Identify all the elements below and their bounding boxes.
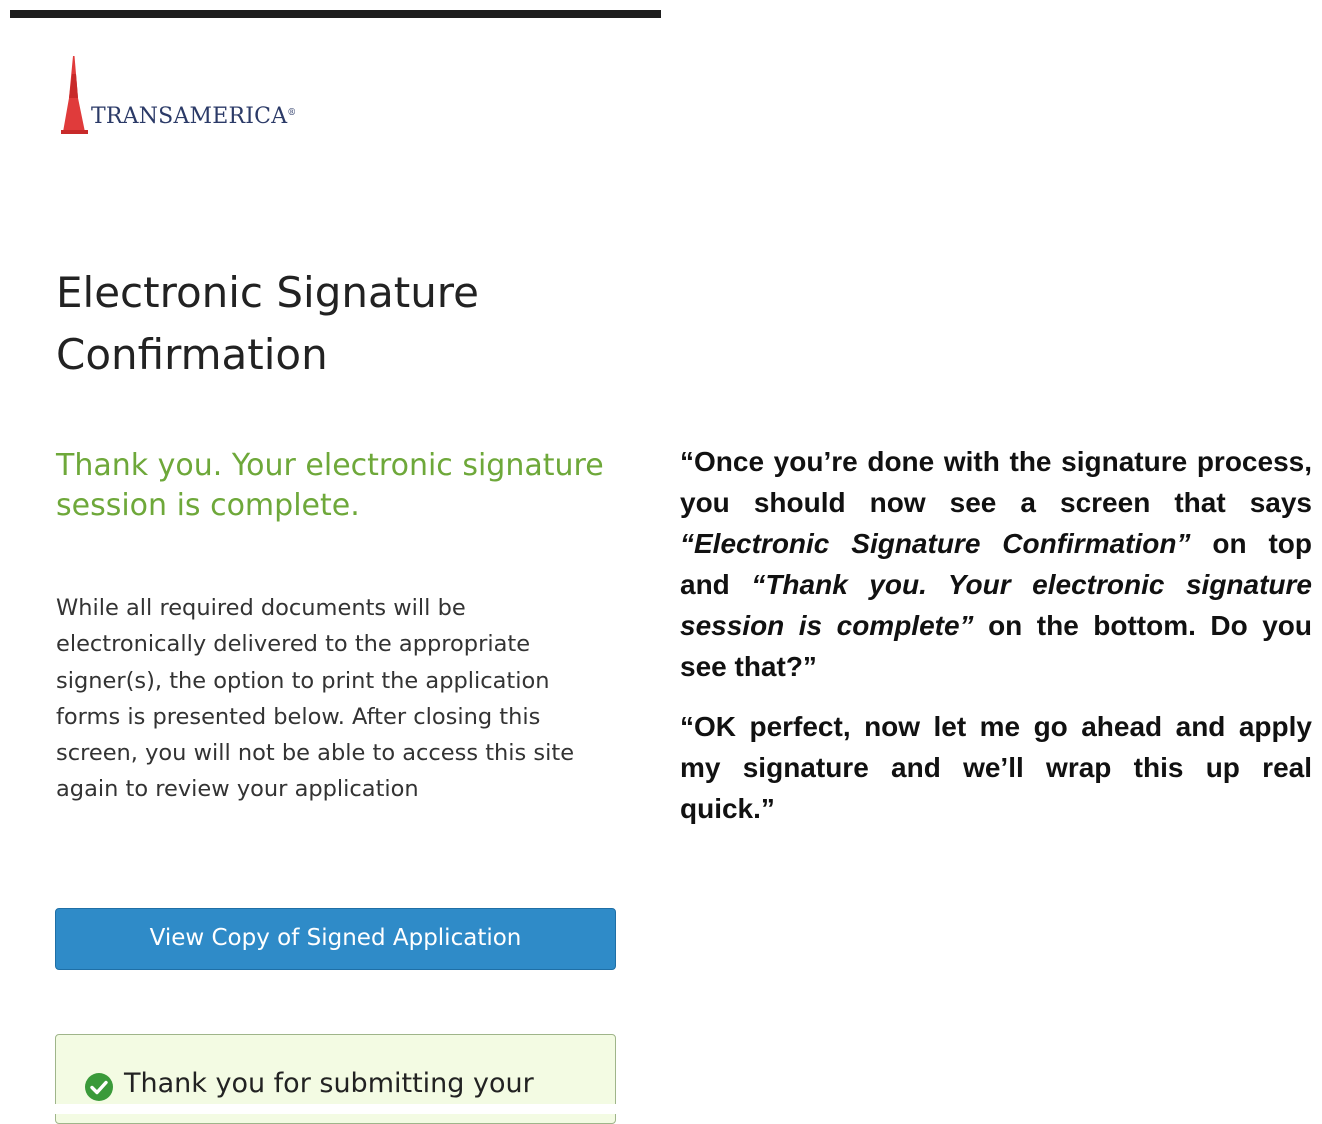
- transamerica-logo: TRANSAMERICA®: [60, 56, 330, 140]
- thank-you-message: Thank you. Your electronic signature ses…: [56, 448, 604, 523]
- view-signed-application-button[interactable]: View Copy of Signed Application: [55, 908, 616, 970]
- delivery-info-text: While all required documents will be ele…: [56, 595, 575, 803]
- page-title: Electronic Signature Confirmation: [56, 268, 479, 379]
- annotation-quote-2: “OK perfect, now let me go ahead and app…: [680, 711, 1312, 824]
- top-bar: [10, 10, 661, 18]
- check-circle-icon: [85, 1073, 113, 1101]
- logo-wordmark: TRANSAMERICA®: [91, 104, 297, 129]
- success-message: Thank you for submitting your: [124, 1068, 534, 1099]
- annotation-quote-1: “Once you’re done with the signature pro…: [680, 446, 1313, 682]
- crop-edge: [0, 1104, 1322, 1114]
